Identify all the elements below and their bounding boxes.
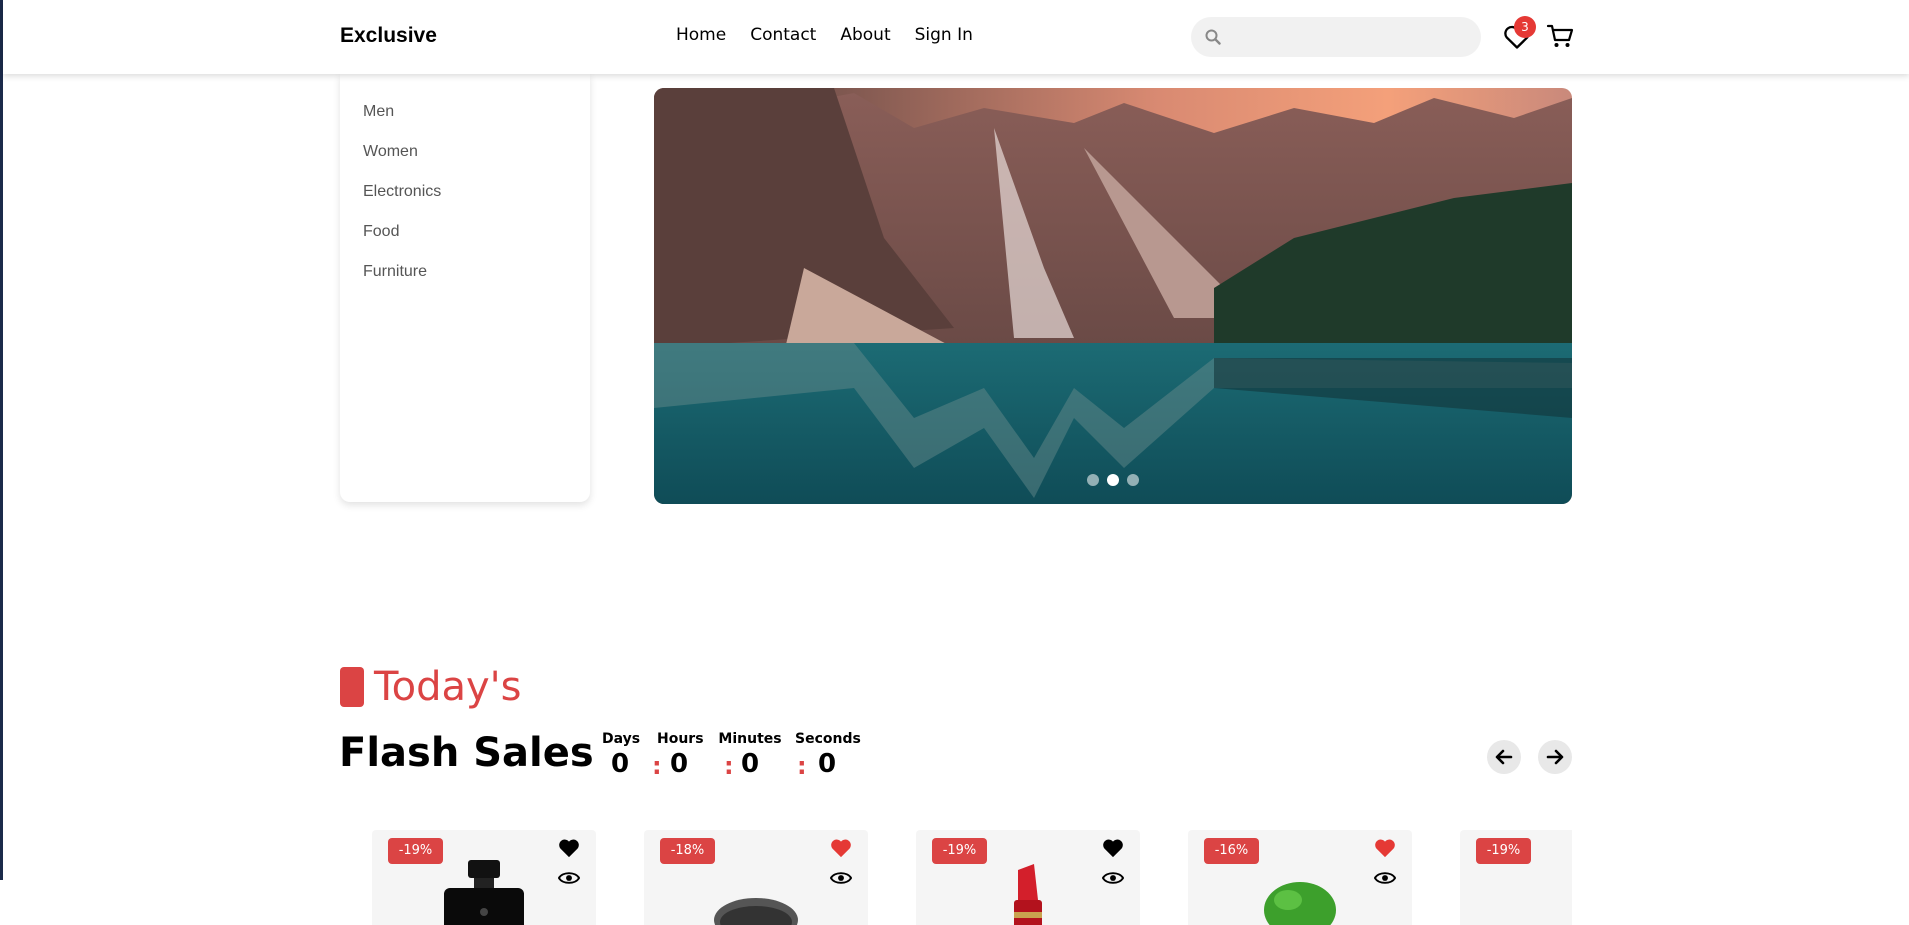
discount-badge: -19% [932, 838, 987, 864]
main-nav: Home Contact About Sign In [676, 25, 973, 45]
countdown-hours: Hours 0 [657, 731, 704, 779]
hero-landscape-image [654, 88, 1572, 504]
window-edge [0, 0, 3, 880]
arrow-left-icon [1495, 749, 1513, 765]
carousel-dot-3[interactable] [1127, 474, 1139, 486]
eye-icon[interactable] [1102, 870, 1124, 886]
hours-label: Hours [657, 731, 704, 747]
lipstick-product-image [1014, 864, 1042, 925]
eye-icon[interactable] [830, 870, 852, 886]
product-card[interactable]: -16% [1188, 830, 1412, 925]
todays-section-label: Today's [340, 664, 522, 710]
countdown-minutes: Minutes 0 [718, 731, 782, 779]
nav-home[interactable]: Home [676, 25, 726, 45]
hero-carousel[interactable] [654, 88, 1572, 504]
category-food[interactable]: Food [363, 223, 441, 263]
flash-sales-title: Flash Sales [339, 730, 594, 776]
wishlist-count-badge: 3 [1514, 16, 1536, 38]
category-women[interactable]: Women [363, 143, 441, 183]
seconds-label: Seconds [795, 731, 861, 747]
product-card[interactable]: -19% [372, 830, 596, 925]
seconds-value: 0 [817, 749, 837, 779]
vegetable-product-image [1264, 882, 1336, 925]
nav-sign-in[interactable]: Sign In [915, 25, 973, 45]
days-value: 0 [610, 749, 630, 779]
product-card[interactable]: -19% [916, 830, 1140, 925]
heart-icon[interactable] [1374, 838, 1396, 858]
eye-icon[interactable] [1374, 870, 1396, 886]
cart-icon[interactable] [1546, 22, 1574, 50]
category-sidebar: Men Women Electronics Food Furniture [340, 74, 590, 502]
flash-sale-products: -19% -18% -19% -16% -19% [340, 830, 1572, 925]
nav-about[interactable]: About [840, 25, 890, 45]
minutes-label: Minutes [718, 731, 782, 747]
category-electronics[interactable]: Electronics [363, 183, 441, 223]
perfume-product-image [444, 860, 524, 925]
heart-icon[interactable] [558, 838, 580, 858]
carousel-indicators [654, 474, 1572, 486]
discount-badge: -19% [1476, 838, 1531, 864]
site-logo[interactable]: Exclusive [340, 24, 437, 48]
heart-icon[interactable] [830, 838, 852, 858]
site-header: Exclusive Home Contact About Sign In 3 [3, 0, 1909, 74]
minutes-value: 0 [740, 749, 760, 779]
category-furniture[interactable]: Furniture [363, 263, 441, 303]
countdown-days: Days 0 [602, 731, 641, 779]
hours-value: 0 [669, 749, 689, 779]
next-arrow-button[interactable] [1538, 740, 1572, 774]
todays-label: Today's [374, 664, 522, 710]
carousel-dot-1[interactable] [1087, 474, 1099, 486]
countdown-seconds: Seconds 0 [795, 731, 861, 779]
product-image [714, 898, 798, 925]
search-icon [1205, 29, 1221, 45]
search-input[interactable] [1231, 17, 1475, 59]
days-label: Days [602, 731, 641, 747]
category-men[interactable]: Men [363, 103, 441, 143]
arrow-right-icon [1546, 749, 1564, 765]
heart-icon[interactable] [1102, 838, 1124, 858]
carousel-dot-2[interactable] [1107, 474, 1119, 486]
prev-arrow-button[interactable] [1487, 740, 1521, 774]
product-card[interactable]: -18% [644, 830, 868, 925]
section-accent-bar [340, 667, 364, 707]
nav-contact[interactable]: Contact [750, 25, 816, 45]
product-card[interactable]: -19% [1460, 830, 1572, 925]
search-bar [1191, 17, 1481, 59]
eye-icon[interactable] [558, 870, 580, 886]
